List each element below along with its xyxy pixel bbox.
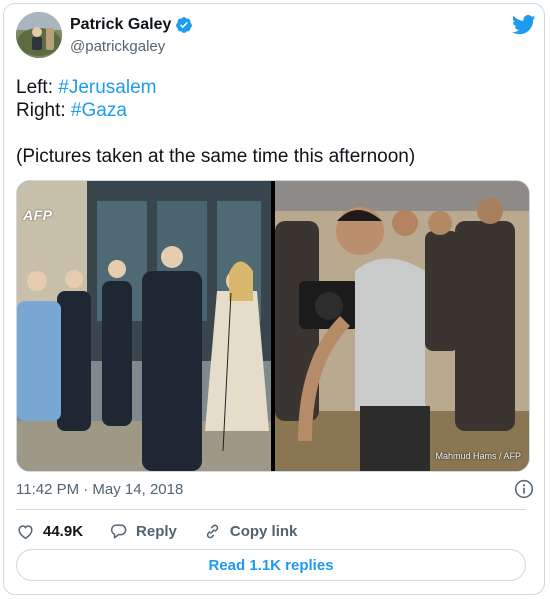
divider-top bbox=[16, 509, 526, 510]
verified-badge-icon bbox=[176, 17, 193, 33]
reply-label: Reply bbox=[136, 522, 177, 540]
tweet-timestamp[interactable]: 11:42 PM · May 14, 2018 bbox=[16, 481, 183, 498]
copy-link-label: Copy link bbox=[229, 522, 298, 540]
tweet-line-2: Right: #Gaza bbox=[16, 99, 526, 122]
author-name-row[interactable]: Patrick Galey bbox=[70, 16, 193, 34]
hashtag-jerusalem[interactable]: #Jerusalem bbox=[58, 77, 156, 98]
line2-prefix: Right: bbox=[16, 100, 71, 121]
author-name[interactable]: Patrick Galey bbox=[70, 16, 171, 34]
tweet-media[interactable]: AFP Mahmud Hams / AFP bbox=[16, 180, 530, 472]
like-button[interactable]: 44.9K bbox=[16, 522, 83, 541]
twitter-bird-icon[interactable] bbox=[512, 14, 536, 36]
like-count: 44.9K bbox=[43, 522, 84, 540]
reply-button[interactable]: Reply bbox=[109, 522, 177, 541]
avatar[interactable] bbox=[16, 12, 62, 58]
photo-gaza[interactable]: Mahmud Hams / AFP bbox=[275, 181, 529, 471]
photo-credit: Mahmud Hams / AFP bbox=[435, 451, 521, 461]
photo-jerusalem[interactable]: AFP bbox=[17, 181, 271, 471]
afp-watermark: AFP bbox=[23, 207, 53, 223]
info-icon[interactable] bbox=[514, 479, 534, 499]
tweet-text: Left: #Jerusalem Right: #Gaza (Pictures … bbox=[16, 76, 526, 168]
line1-prefix: Left: bbox=[16, 77, 59, 98]
tweet-line-3: (Pictures taken at the same time this af… bbox=[16, 146, 416, 167]
action-bar: 44.9K Reply Copy link bbox=[16, 520, 323, 542]
author-handle[interactable]: @patrickgaley bbox=[70, 38, 165, 55]
reply-bubble-icon bbox=[110, 523, 127, 539]
read-replies-button[interactable]: Read 1.1K replies bbox=[16, 549, 526, 581]
tweet-line-1: Left: #Jerusalem bbox=[16, 76, 526, 99]
copy-link-button[interactable]: Copy link bbox=[203, 522, 298, 541]
heart-icon bbox=[18, 524, 33, 539]
hashtag-gaza[interactable]: #Gaza bbox=[71, 100, 127, 121]
link-icon bbox=[206, 524, 219, 538]
